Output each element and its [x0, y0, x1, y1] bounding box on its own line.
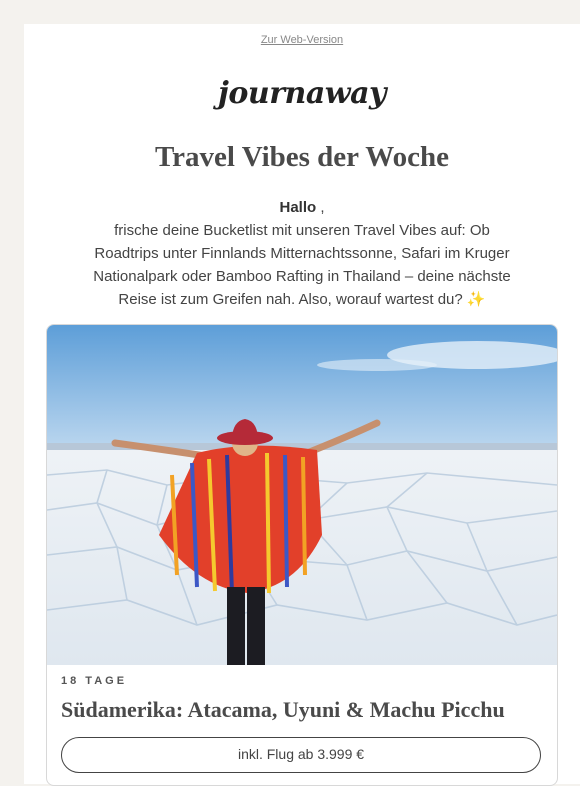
trip-duration: 18 TAGE: [61, 675, 128, 687]
trip-photo[interactable]: [47, 325, 557, 665]
greeting: Hallo: [279, 199, 317, 216]
page-title: Travel Vibes der Woche: [154, 141, 450, 173]
greeting-suffix: ,: [316, 199, 325, 216]
trip-card[interactable]: 18 TAGE Südamerika: Atacama, Uyuni & Mac…: [46, 324, 558, 786]
intro-paragraph: Hallo , frische deine Bucketlist mit uns…: [84, 196, 520, 311]
greeting-line: Hallo ,: [84, 196, 520, 219]
trip-title[interactable]: Südamerika: Atacama, Uyuni & Machu Picch…: [61, 697, 505, 723]
web-version-link[interactable]: Zur Web-Version: [24, 34, 580, 46]
logo[interactable]: journaway: [24, 76, 580, 111]
price-button[interactable]: inkl. Flug ab 3.999 €: [61, 737, 541, 773]
intro-text: frische deine Bucketlist mit unseren Tra…: [93, 222, 511, 308]
email-card: Zur Web-Version journaway Travel Vibes d…: [24, 24, 580, 786]
